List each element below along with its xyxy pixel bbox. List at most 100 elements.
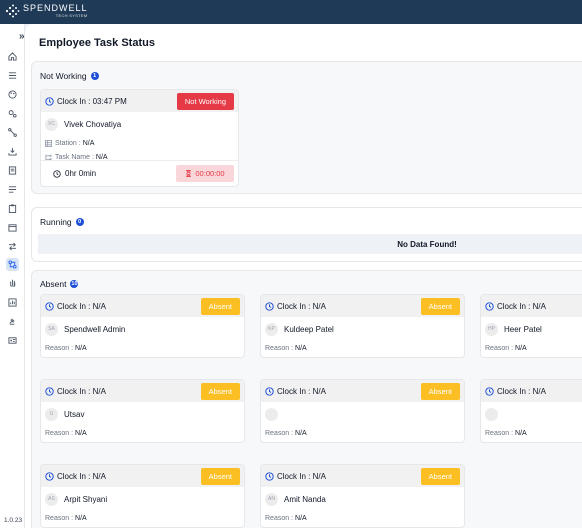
running-title: Running 0 bbox=[40, 217, 84, 227]
sidebar-item-palette[interactable] bbox=[6, 88, 19, 101]
absent-status-badge: Absent bbox=[200, 382, 240, 400]
employee-info: KP Kuldeep Patel bbox=[261, 317, 464, 341]
share-icon bbox=[8, 128, 17, 137]
reason-row: Reason : N/A bbox=[261, 511, 464, 525]
sidebar-item-list[interactable] bbox=[6, 183, 19, 196]
app-window: SPENDWELL TECH SYSTEM » 1.0.23 Employee … bbox=[0, 0, 582, 528]
reason-value: N/A bbox=[515, 429, 527, 437]
card-header: Clock In : N/AAbsent bbox=[481, 295, 582, 317]
sidebar-item-report[interactable] bbox=[6, 296, 19, 309]
clock-in-text: Clock In : N/A bbox=[497, 301, 546, 311]
clock-in-text: Clock In : N/A bbox=[277, 301, 326, 311]
clock-in-text: Clock In : 03:47 PM bbox=[57, 96, 127, 106]
clock-in-text: Clock In : N/A bbox=[57, 301, 106, 311]
employee-card[interactable]: Clock In : 03:47 PM Not Working VC Vivek… bbox=[40, 89, 239, 187]
clock-in: Clock In : N/A bbox=[485, 302, 546, 311]
employee-info bbox=[261, 402, 464, 426]
employee-name: Heer Patel bbox=[504, 324, 542, 334]
clock-icon bbox=[265, 386, 274, 396]
absent-employee-card[interactable]: Clock In : N/A Absent U Utsav Reason : N/A bbox=[40, 379, 245, 443]
collapse-sidebar-button[interactable]: » bbox=[19, 31, 25, 42]
gavel-icon bbox=[9, 318, 15, 325]
logo-name: SPENDWELL bbox=[23, 3, 88, 13]
absent-employee-card[interactable]: Clock In : N/A Absent SA Spendwell Admin Rea… bbox=[40, 294, 245, 358]
employee-info bbox=[481, 402, 582, 426]
reason-value: N/A bbox=[515, 344, 527, 352]
logo: SPENDWELL TECH SYSTEM bbox=[4, 3, 88, 19]
reason-value: N/A bbox=[75, 429, 87, 437]
clock-icon bbox=[45, 386, 54, 396]
reason-row: Reason : N/A bbox=[261, 426, 464, 440]
clock-in: Clock In : 03:47 PM bbox=[45, 97, 127, 106]
absent-employee-card[interactable]: Clock In : N/AAbsent HP Heer Patel Reason :… bbox=[480, 294, 582, 358]
reason-value: N/A bbox=[295, 514, 307, 522]
logo-text: SPENDWELL TECH SYSTEM bbox=[23, 4, 88, 18]
avatar: AS bbox=[45, 492, 58, 506]
worked-hours: 0hr 0min bbox=[53, 169, 96, 178]
card-header: Clock In : N/AAbsent bbox=[261, 380, 464, 402]
employee-info: AS Arpit Shyani bbox=[41, 487, 244, 511]
clock-in: Clock In : N/A bbox=[265, 302, 326, 311]
hand-icon bbox=[10, 279, 16, 287]
main-content: Employee Task Status Not Working 1 Clock… bbox=[25, 24, 582, 528]
absent-employee-card[interactable]: Clock In : N/AAbsent Reason :N/A bbox=[260, 379, 465, 443]
employee-info: VC Vivek Chovatiya bbox=[41, 112, 238, 136]
avatar bbox=[265, 407, 278, 421]
absent-employee-card[interactable]: Clock In : N/A Absent AS Arpit Shyani Reason… bbox=[40, 464, 245, 528]
timer: 00:00:00 bbox=[176, 165, 234, 182]
menu-icon bbox=[8, 72, 17, 79]
clock-in-text: Clock In : N/A bbox=[57, 471, 106, 481]
home-icon bbox=[8, 52, 17, 61]
reason-label: Reason : bbox=[485, 429, 514, 437]
reason-row: Reason : N/A bbox=[261, 341, 464, 355]
sidebar-item-transfer[interactable] bbox=[6, 240, 19, 253]
reason-row: Reason : N/A bbox=[41, 341, 244, 355]
sidebar-item-menu[interactable] bbox=[6, 69, 19, 82]
avatar: U bbox=[45, 407, 58, 421]
card-header: Clock In : N/AAbsent bbox=[261, 465, 464, 487]
not-working-count-badge: 1 bbox=[90, 72, 99, 80]
absent-label: Absent bbox=[40, 279, 67, 289]
clock-in: Clock In : N/A bbox=[45, 387, 106, 396]
reason-row: Reason : N/A bbox=[481, 341, 582, 355]
sidebar-item-settings[interactable] bbox=[6, 107, 19, 120]
running-count-badge: 0 bbox=[75, 218, 84, 226]
absent-employee-card[interactable]: Clock In : N/A Absent KP Kuldeep Patel Reaso… bbox=[260, 294, 465, 358]
sidebar-item-clipboard[interactable] bbox=[6, 202, 19, 215]
not-working-section: Not Working 1 Clock In : 03:47 PM Not Wo… bbox=[31, 61, 582, 194]
absent-employee-card[interactable]: Clock In : N/AAbsentReason :N/A bbox=[480, 379, 582, 443]
not-working-status-badge: Not Working bbox=[176, 92, 234, 110]
reason-label: Reason : bbox=[45, 344, 74, 352]
sidebar-item-share[interactable] bbox=[6, 126, 19, 139]
sidebar-item-route[interactable] bbox=[6, 258, 19, 271]
employee-name: Amit Nanda bbox=[284, 494, 326, 504]
sidebar-item-gavel[interactable] bbox=[6, 315, 19, 328]
transfer-icon bbox=[8, 242, 17, 251]
sidebar-item-home[interactable] bbox=[6, 50, 19, 63]
sidebar-item-download[interactable] bbox=[6, 145, 19, 158]
employee-name: Kuldeep Patel bbox=[284, 324, 334, 334]
card-footer: 0hr 0min 00:00:00 bbox=[41, 160, 238, 186]
employee-info: SA Spendwell Admin bbox=[41, 317, 244, 341]
sidebar-item-receipt[interactable] bbox=[6, 164, 19, 177]
card-header: Clock In : N/A Absent bbox=[41, 380, 244, 402]
clock-in-text: Clock In : N/A bbox=[277, 471, 326, 481]
no-data-message: No Data Found! bbox=[38, 234, 582, 254]
reason-label: Reason : bbox=[265, 429, 294, 437]
running-label: Running bbox=[40, 217, 72, 227]
avatar: SA bbox=[45, 322, 58, 336]
card-header: Clock In : N/AAbsent bbox=[41, 295, 244, 317]
list-icon bbox=[8, 186, 17, 193]
absent-employee-card[interactable]: Clock In : N/A Absent AN Amit Nanda Reason :… bbox=[260, 464, 465, 528]
reason-value: N/A bbox=[295, 344, 307, 352]
sidebar-item-hand[interactable] bbox=[6, 276, 19, 289]
sidebar-item-calendar[interactable] bbox=[6, 221, 19, 234]
sidebar-item-id-card[interactable] bbox=[6, 334, 19, 347]
clock-icon bbox=[45, 96, 54, 106]
absent-section: Absent 10 Clock In : N/A Absent SA Spendwel… bbox=[31, 270, 582, 528]
route-icon bbox=[8, 260, 17, 269]
absent-title: Absent 10 bbox=[40, 279, 79, 289]
clock-in: Clock In : N/A bbox=[485, 387, 546, 396]
clock-icon bbox=[485, 386, 494, 396]
avatar: HP bbox=[485, 322, 498, 336]
